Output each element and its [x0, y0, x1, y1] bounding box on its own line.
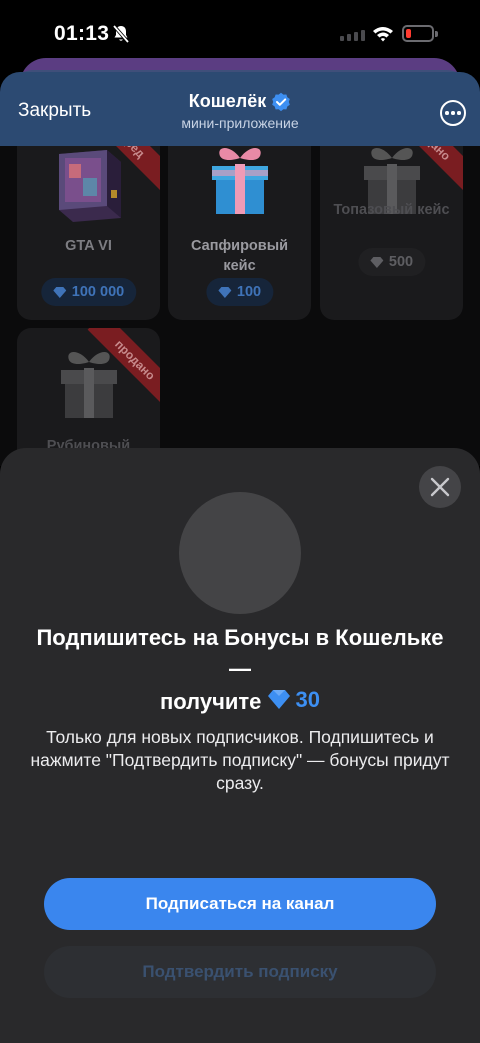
cellular-signal-icon — [340, 30, 365, 41]
modal-close-button[interactable] — [419, 466, 461, 508]
item-price: 100 000 — [40, 278, 137, 306]
item-card-sapphire[interactable]: Сапфировый кейс 100 — [168, 146, 311, 320]
wifi-icon — [373, 27, 393, 42]
gift-box-blue-image — [211, 148, 268, 214]
more-options-button[interactable] — [440, 100, 466, 126]
item-price-value: 100 — [236, 284, 262, 300]
subscribe-modal: Подпишитесь на Бонусы в Кошельке — получ… — [0, 448, 480, 1043]
channel-avatar — [179, 492, 301, 614]
items-grid: ред GTA VI 100 000 Сапфировый кейс 100 д… — [0, 146, 480, 466]
subscribe-channel-button[interactable]: Подписаться на канал — [44, 878, 436, 930]
diamond-icon — [369, 256, 383, 268]
item-price-value: 100 000 — [71, 284, 125, 300]
item-card-topaz[interactable]: дано Топазовый кейс 500 — [320, 146, 463, 320]
verified-badge-icon — [272, 92, 291, 111]
item-card-ruby[interactable]: продано Рубиновый — [17, 328, 160, 466]
header-title-block: Кошелёк мини-приложение — [0, 91, 480, 131]
reward-badge: 30 — [267, 684, 320, 715]
confirm-subscription-button[interactable]: Подтвердить подписку — [44, 946, 436, 998]
app-subtitle: мини-приложение — [181, 115, 299, 131]
item-name: Топазовый кейс — [333, 202, 450, 218]
item-name: GTA VI — [65, 238, 112, 254]
diamond-icon — [267, 690, 290, 709]
app-title-text: Кошелёк — [188, 91, 267, 111]
headline-reward-prefix: получите — [159, 689, 262, 714]
item-card-gta[interactable]: ред GTA VI 100 000 — [17, 146, 160, 320]
modal-description: Только для новых подписчиков. Подпишитес… — [30, 727, 450, 793]
reward-amount: 30 — [295, 687, 320, 712]
headline-text: Подпишитесь на Бонусы в Кошельке — — [36, 625, 444, 681]
item-price: 500 — [357, 248, 426, 276]
diamond-icon — [52, 286, 66, 298]
battery-icon — [402, 25, 438, 42]
item-price: 100 — [205, 278, 274, 306]
modal-headline: Подпишитесь на Бонусы в Кошельке — получ… — [30, 622, 450, 717]
item-name: Сапфировый кейс — [191, 238, 288, 274]
mini-app-header: Закрыть Кошелёк мини-приложение — [0, 72, 480, 146]
game-box-image — [58, 150, 121, 222]
app-title: Кошелёк — [189, 91, 291, 112]
close-icon — [430, 477, 450, 497]
bell-muted-icon — [112, 24, 130, 44]
status-bar: 01:13 — [0, 0, 480, 62]
item-price-value: 500 — [388, 254, 414, 270]
status-time: 01:13 — [54, 22, 110, 45]
diamond-icon — [217, 286, 231, 298]
